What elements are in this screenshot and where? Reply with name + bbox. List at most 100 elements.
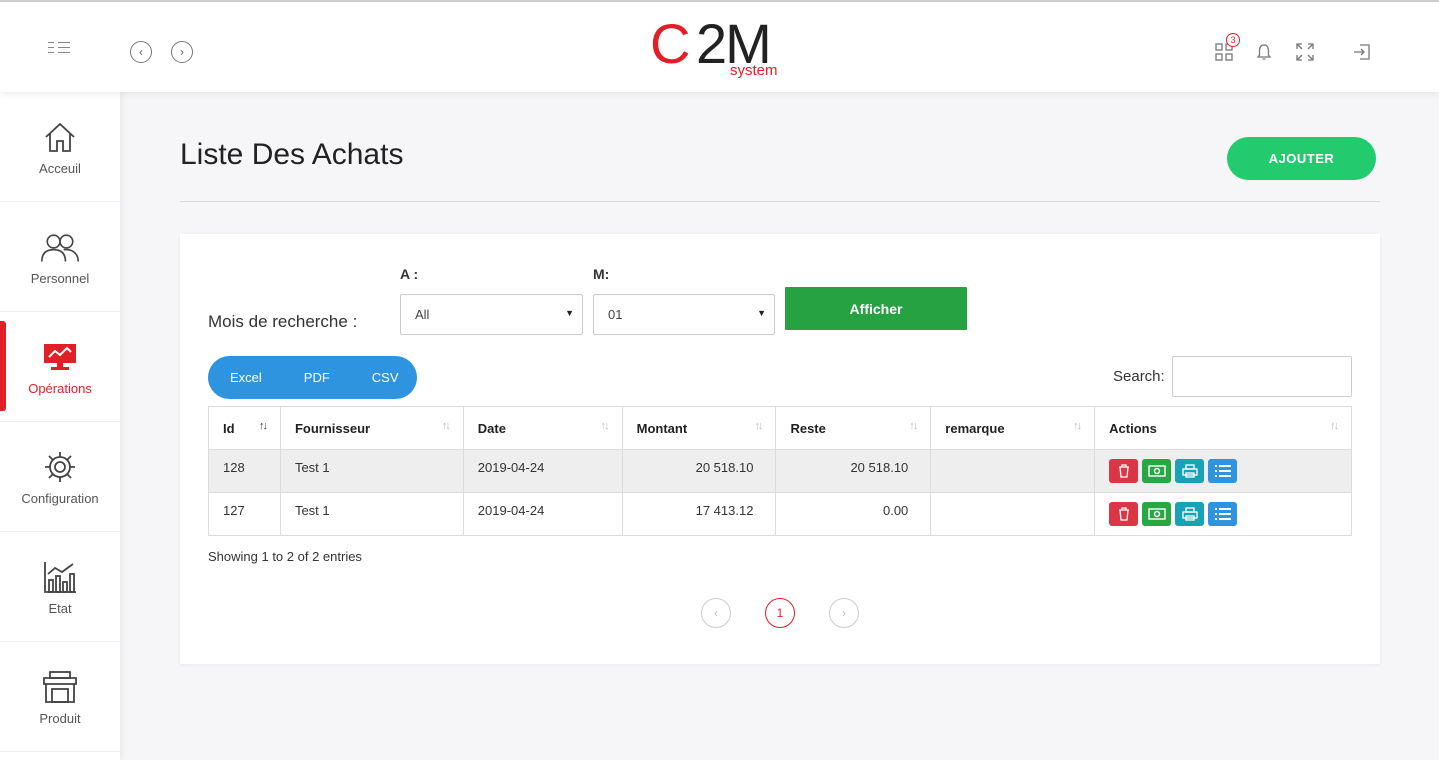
cell-date: 2019-04-24: [462, 449, 623, 493]
chevron-left-icon: ‹: [714, 606, 718, 620]
details-button[interactable]: [1208, 459, 1238, 483]
show-button[interactable]: Afficher: [785, 287, 967, 330]
logout-icon[interactable]: [1352, 42, 1372, 62]
year-label: A :: [400, 266, 419, 282]
sort-icon: ↑↓: [441, 420, 451, 432]
delete-button[interactable]: [1109, 502, 1139, 526]
column-header-actions[interactable]: Actions ↑↓: [1094, 406, 1352, 450]
prev-page-button[interactable]: ‹: [701, 598, 731, 628]
sidebar-item-label: Acceuil: [39, 161, 81, 176]
sidebar-item-produit[interactable]: Produit: [0, 642, 120, 752]
purchases-table: Id ↑↓ Fournisseur ↑↓ Date ↑↓ Montant ↑↓ Rest…: [208, 406, 1352, 536]
cell-reste: 0.00: [775, 492, 932, 536]
cell-actions: [1094, 492, 1352, 536]
sidebar-item-label: Configuration: [21, 491, 99, 506]
print-button[interactable]: [1175, 502, 1205, 526]
export-excel-button[interactable]: Excel: [230, 370, 262, 385]
year-select[interactable]: All ▼: [400, 294, 583, 335]
home-icon: [40, 117, 80, 157]
month-select[interactable]: 01 ▼: [593, 294, 775, 335]
money-icon: [1147, 465, 1166, 477]
delete-button[interactable]: [1109, 459, 1139, 483]
payment-button[interactable]: [1142, 502, 1172, 526]
table-header-row: Id ↑↓ Fournisseur ↑↓ Date ↑↓ Montant ↑↓ Rest…: [208, 406, 1352, 450]
page-1-button[interactable]: 1: [765, 598, 795, 628]
sidebar-item-label: Personnel: [30, 271, 90, 286]
users-icon: [40, 227, 80, 267]
sidebar-item-label: Etat: [48, 601, 72, 616]
trash-icon: [1118, 464, 1129, 478]
sidebar-item-label: Produit: [39, 711, 81, 726]
export-pdf-button[interactable]: PDF: [304, 370, 330, 385]
notification-badge: 3: [1226, 33, 1240, 47]
chevron-down-icon: ▼: [565, 308, 574, 318]
sort-icon: ↑↓: [1073, 420, 1082, 432]
cell-id: 127: [208, 492, 281, 536]
monitor-chart-icon: [40, 337, 80, 377]
column-header-montant[interactable]: Montant ↑↓: [621, 406, 777, 450]
column-header-fournisseur[interactable]: Fournisseur ↑↓: [279, 406, 464, 450]
menu-toggle-icon[interactable]: [48, 42, 72, 58]
gear-icon: [40, 447, 80, 487]
column-header-remarque[interactable]: remarque ↑↓: [930, 406, 1096, 450]
sidebar-item-personnel[interactable]: Personnel: [0, 202, 120, 312]
next-page-button[interactable]: ›: [829, 598, 859, 628]
search-label: Search:: [1113, 368, 1165, 385]
column-header-id[interactable]: Id ↑↓: [208, 406, 281, 450]
cell-date: 2019-04-24: [462, 492, 623, 536]
search-input[interactable]: [1172, 356, 1352, 397]
page-title: Liste Des Achats: [180, 138, 404, 171]
cell-fournisseur: Test 1: [279, 492, 464, 536]
cell-remarque: [930, 449, 1096, 493]
sort-icon: ↑↓: [600, 420, 610, 432]
sidebar-item-operations[interactable]: Opérations: [0, 312, 120, 422]
export-csv-button[interactable]: CSV: [372, 370, 399, 385]
purchases-card: Mois de recherche : A : All ▼ M: 01 ▼ Af…: [180, 234, 1380, 664]
sidebar-item-configuration[interactable]: Configuration: [0, 422, 120, 532]
sort-icon: ↑↓: [258, 420, 268, 432]
fullscreen-icon[interactable]: [1295, 42, 1315, 62]
payment-button[interactable]: [1142, 459, 1172, 483]
bar-chart-icon: [40, 557, 80, 597]
print-button[interactable]: [1175, 459, 1205, 483]
sidebar-item-etat[interactable]: Etat: [0, 532, 120, 642]
printer-icon: [1181, 507, 1198, 521]
trash-icon: [1118, 507, 1129, 521]
cell-remarque: [930, 492, 1096, 536]
sort-icon: ↑↓: [754, 420, 763, 432]
chevron-down-icon: ▼: [757, 308, 766, 318]
sort-icon: ↑↓: [1330, 420, 1339, 432]
forward-arrow-icon[interactable]: ›: [171, 41, 193, 63]
printer-icon: [1181, 464, 1198, 478]
c2m-logo: C 2M system: [650, 12, 778, 80]
table-row[interactable]: 127 Test 1 2019-04-24 17 413.12 0.00: [208, 492, 1352, 536]
cell-reste: 20 518.10: [775, 449, 932, 493]
export-button-group: Excel PDF CSV: [208, 356, 417, 399]
table-info: Showing 1 to 2 of 2 entries: [208, 549, 362, 564]
sort-icon: ↑↓: [909, 420, 918, 432]
list-icon: [1214, 465, 1231, 477]
list-icon: [1214, 508, 1231, 520]
sidebar: Acceuil Personnel Opérations Configurati…: [0, 92, 120, 760]
cell-actions: [1094, 449, 1352, 493]
cell-id: 128: [208, 449, 281, 493]
cell-montant: 20 518.10: [621, 449, 777, 493]
details-button[interactable]: [1208, 502, 1238, 526]
month-label: M:: [593, 266, 610, 282]
money-icon: [1147, 508, 1166, 520]
store-icon: [40, 667, 80, 707]
add-button[interactable]: AJOUTER: [1227, 137, 1376, 180]
sidebar-item-label: Opérations: [28, 381, 92, 396]
cell-montant: 17 413.12: [621, 492, 777, 536]
column-header-reste[interactable]: Reste ↑↓: [775, 406, 932, 450]
column-header-date[interactable]: Date ↑↓: [462, 406, 623, 450]
divider: [180, 201, 1380, 202]
top-header: ‹ › C 2M system 3: [0, 0, 1439, 92]
back-arrow-icon[interactable]: ‹: [130, 41, 152, 63]
cell-fournisseur: Test 1: [279, 449, 464, 493]
table-row[interactable]: 128 Test 1 2019-04-24 20 518.10 20 518.1…: [208, 449, 1352, 493]
filter-label: Mois de recherche :: [208, 312, 358, 331]
bell-icon[interactable]: [1254, 42, 1274, 62]
sidebar-item-acceuil[interactable]: Acceuil: [0, 92, 120, 202]
chevron-right-icon: ›: [842, 606, 846, 620]
